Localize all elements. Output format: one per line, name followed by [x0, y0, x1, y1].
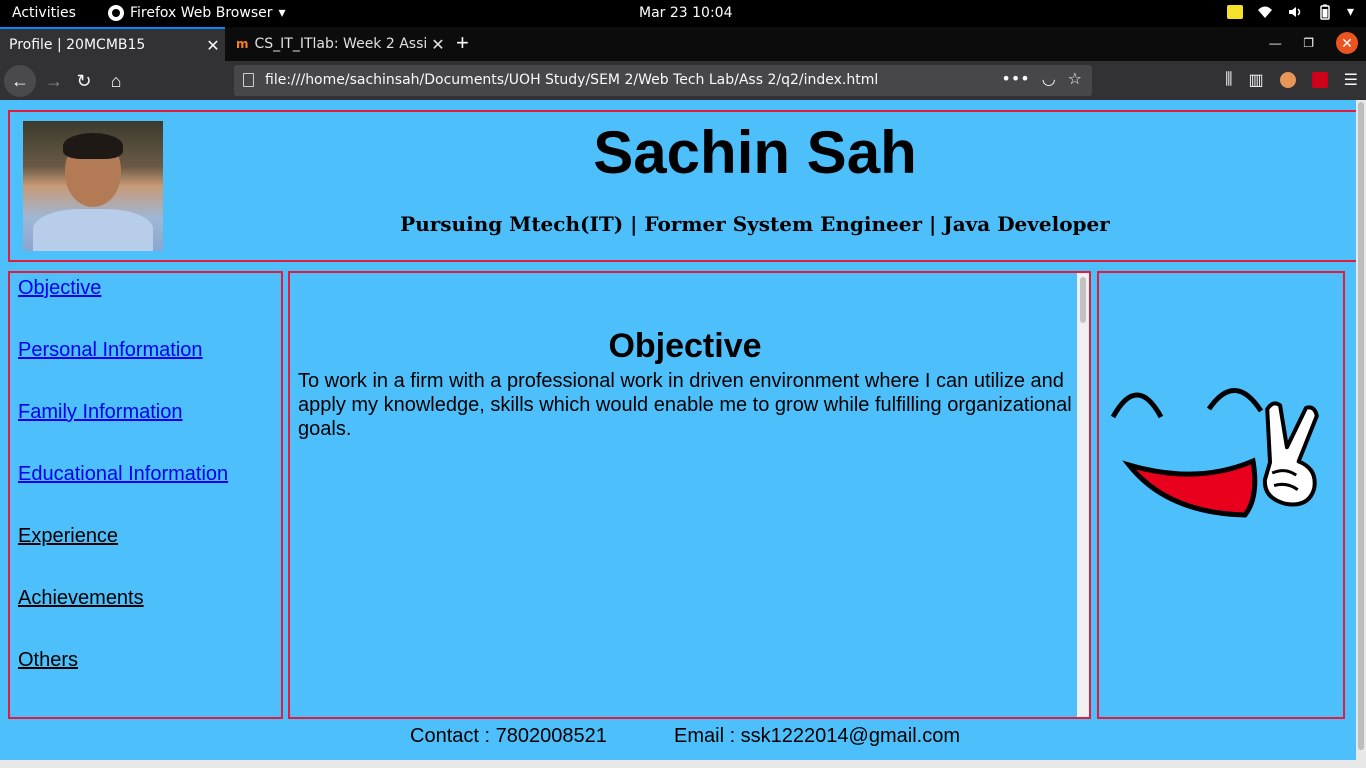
content-scrollbar[interactable]: [1077, 273, 1089, 717]
system-tray[interactable]: ▾: [1226, 4, 1354, 20]
tab-strip: Profile | 20MCMB15 ✕ m CS_IT_ITlab: Week…: [0, 27, 1366, 61]
page-footer: Contact : 7802008521 Email : ssk1222014@…: [0, 725, 1366, 751]
hamburger-menu-icon[interactable]: ☰: [1344, 70, 1358, 90]
page-vertical-scrollbar[interactable]: [1356, 100, 1366, 768]
reader-view-icon[interactable]: ▥: [1249, 70, 1264, 90]
sidebar-item-personal-information[interactable]: Personal Information: [18, 339, 203, 362]
chevron-down-icon: ▾: [278, 5, 286, 21]
app-menu[interactable]: Firefox Web Browser ▾: [108, 5, 286, 21]
minimize-icon[interactable]: —: [1269, 36, 1281, 50]
app-menu-label: Firefox Web Browser: [130, 5, 273, 21]
page-horizontal-scrollbar[interactable]: [0, 760, 1356, 768]
volume-icon: [1288, 7, 1301, 17]
tab-title: CS_IT_ITlab: Week 2 Assi: [254, 36, 426, 52]
close-tab-icon[interactable]: ✕: [426, 35, 450, 54]
moodle-icon: m: [236, 37, 249, 51]
contact-phone: Contact : 7802008521: [410, 725, 607, 747]
sidebar-item-others[interactable]: Others: [18, 649, 78, 672]
maximize-icon[interactable]: ❐: [1303, 36, 1314, 50]
account-icon[interactable]: [1279, 72, 1296, 88]
decorative-panel: [1097, 271, 1345, 719]
sidebar-item-experience[interactable]: Experience: [18, 525, 118, 548]
tab-profile[interactable]: Profile | 20MCMB15 ✕: [0, 27, 225, 61]
forward-arrow-icon[interactable]: →: [38, 65, 70, 97]
window-controls: — ❐ ✕: [1269, 32, 1358, 54]
library-icon[interactable]: ⫼: [1225, 71, 1232, 89]
url-bar[interactable]: file:///home/sachinsah/Documents/UOH Stu…: [234, 65, 1092, 96]
url-text[interactable]: file:///home/sachinsah/Documents/UOH Stu…: [265, 72, 878, 88]
firefox-icon: [108, 5, 124, 21]
close-tab-icon[interactable]: ✕: [201, 36, 225, 55]
sidebar-item-educational-information[interactable]: Educational Information: [18, 463, 228, 486]
page-viewport: Sachin Sah Pursuing Mtech(IT) | Former S…: [0, 100, 1366, 768]
activities-button[interactable]: Activities: [12, 5, 76, 21]
navigation-bar: ← → ↻ ⌂ file:///home/sachinsah/Documents…: [0, 61, 1366, 100]
new-tab-button[interactable]: +: [456, 30, 469, 56]
url-actions: ••• ◡ ☆: [1001, 69, 1082, 88]
more-actions-icon[interactable]: •••: [1001, 69, 1029, 88]
power-menu-icon[interactable]: ▾: [1347, 4, 1354, 20]
tab-moodle[interactable]: m CS_IT_ITlab: Week 2 Assi ✕: [226, 27, 450, 61]
sidebar-item-achievements[interactable]: Achievements: [18, 587, 144, 610]
back-arrow-icon[interactable]: ←: [4, 65, 36, 97]
toolbar-right: ⫼ ▥ ☰: [1225, 70, 1358, 90]
pocket-icon[interactable]: ◡: [1042, 69, 1056, 88]
close-window-icon[interactable]: ✕: [1336, 32, 1358, 54]
main-content-frame[interactable]: Objective To work in a firm with a profe…: [288, 271, 1091, 719]
bookmark-star-icon[interactable]: ☆: [1068, 69, 1082, 88]
contact-email: Email : ssk1222014@gmail.com: [674, 725, 960, 747]
profile-tagline: Pursuing Mtech(IT) | Former System Engin…: [400, 212, 1110, 236]
notes-icon[interactable]: [1226, 5, 1243, 19]
section-body: To work in a firm with a professional wo…: [298, 370, 1072, 440]
tab-title: Profile | 20MCMB15: [9, 37, 146, 53]
page-icon: [243, 73, 254, 87]
sidebar-item-family-information[interactable]: Family Information: [18, 401, 183, 424]
system-top-bar: Activities Firefox Web Browser ▾ Mar 23 …: [0, 0, 1366, 27]
section-heading: Objective: [608, 327, 762, 365]
extension-icon[interactable]: [1311, 72, 1328, 88]
home-icon[interactable]: ⌂: [100, 65, 132, 97]
wifi-icon: [1257, 6, 1272, 18]
profile-header: Sachin Sah Pursuing Mtech(IT) | Former S…: [8, 110, 1358, 262]
reload-icon[interactable]: ↻: [68, 65, 100, 97]
clock[interactable]: Mar 23 10:04: [639, 5, 732, 21]
sidebar-nav: Objective Personal Information Family In…: [8, 271, 283, 719]
profile-name: Sachin Sah: [593, 119, 917, 186]
battery-icon: [1320, 4, 1330, 20]
smiley-peace-icon: [1110, 388, 1319, 518]
sidebar-item-objective[interactable]: Objective: [18, 277, 101, 300]
